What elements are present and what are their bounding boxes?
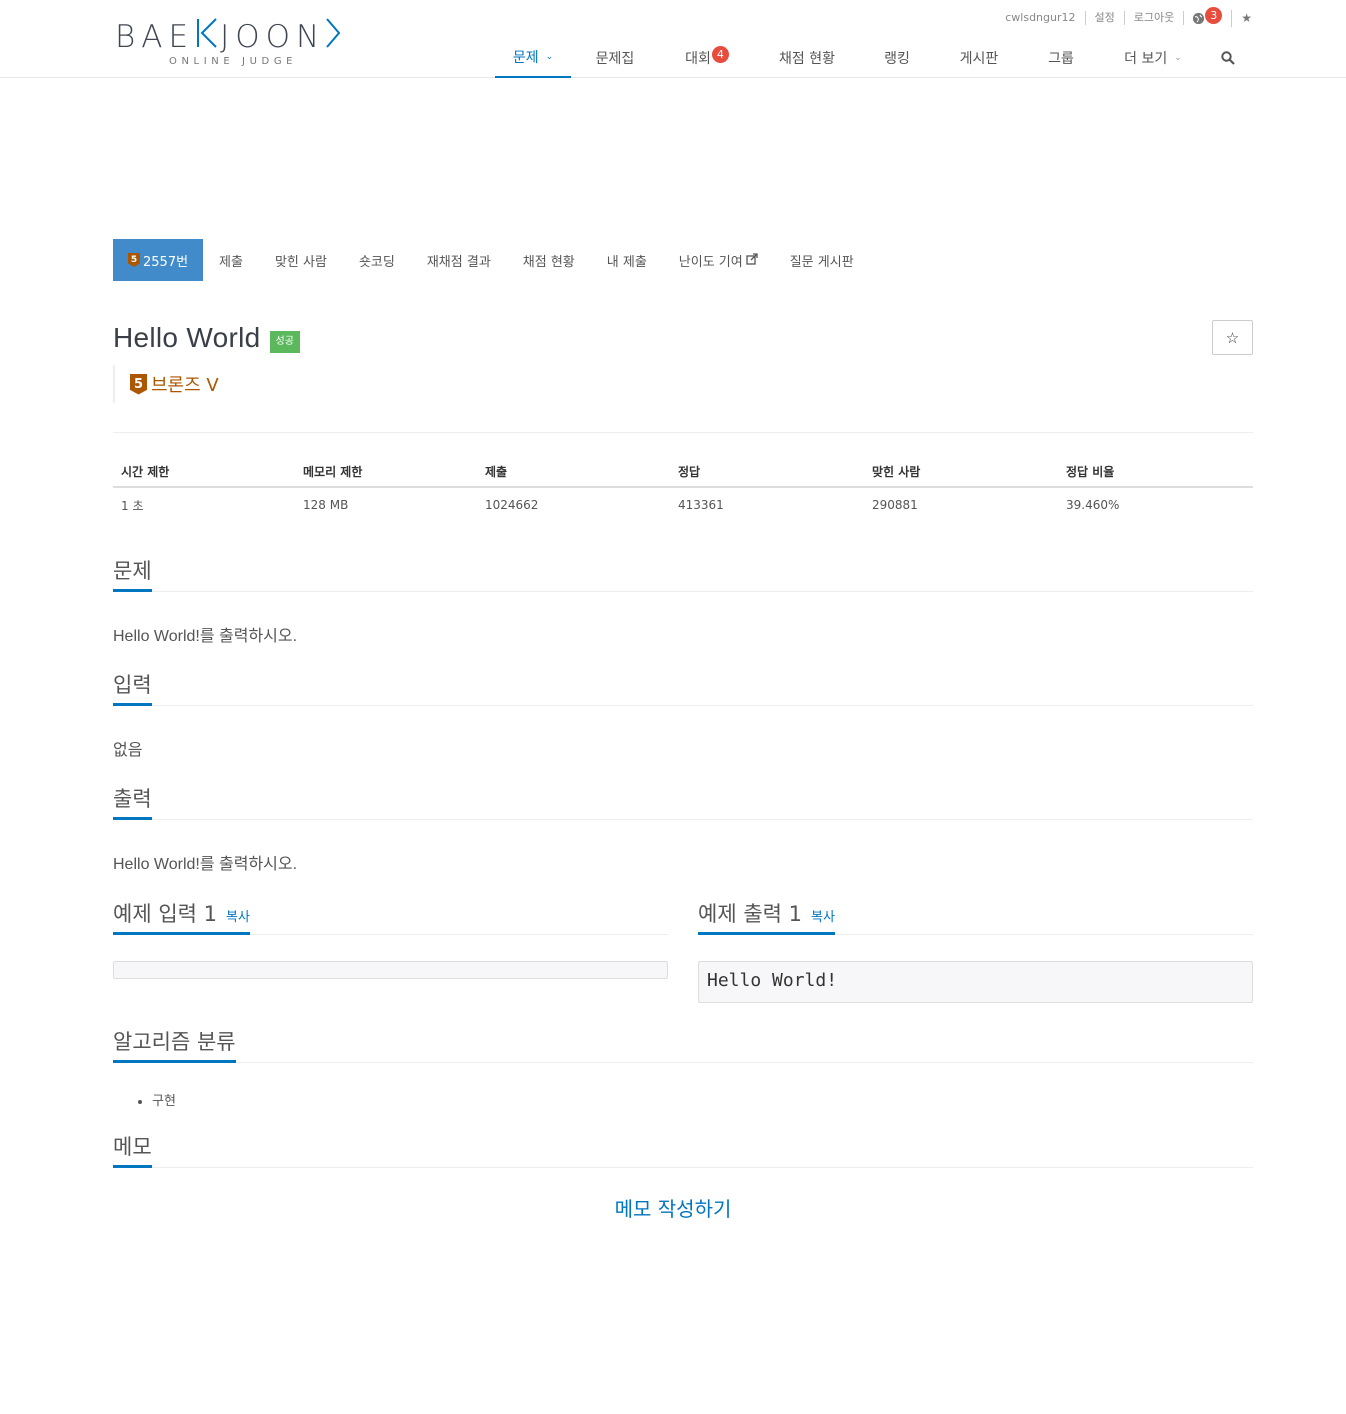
bronze-tier-icon: 5 [130, 373, 147, 395]
section-sample-output-header: 예제 출력 1 복사 [698, 899, 1253, 935]
globe-icon [1193, 12, 1205, 24]
contests-count-badge: 4 [711, 45, 729, 63]
algorithm-tag[interactable]: 구현 [152, 1090, 176, 1109]
section-title: 알고리즘 분류 [113, 1027, 236, 1063]
table-header: 제출 [477, 456, 670, 488]
table-header-row: 시간 제한 메모리 제한 제출 정답 맞힌 사람 정답 비율 [113, 456, 1253, 488]
problem-info-table: 시간 제한 메모리 제한 제출 정답 맞힌 사람 정답 비율 1 초 128 M… [113, 456, 1253, 522]
username-link[interactable]: cwlsdngur12 [996, 11, 1086, 25]
notifications-link[interactable]: 3 [1184, 6, 1233, 27]
user-bar: cwlsdngur12 설정 로그아웃 3 ★ [996, 6, 1252, 28]
write-memo-link-text[interactable]: 메모 작성하기 [615, 1197, 732, 1221]
sample-output-title: 예제 출력 1 [698, 902, 802, 926]
tab-qna-board[interactable]: 질문 게시판 [774, 239, 870, 281]
nav-ranking[interactable]: 랭킹 [859, 38, 935, 78]
section-title: 출력 [113, 784, 152, 820]
tab-my-submissions[interactable]: 내 제출 [591, 239, 663, 281]
chevron-down-icon: ⌄ [545, 52, 554, 62]
nav-groups[interactable]: 그룹 [1023, 38, 1099, 78]
input-text: 없음 [113, 742, 143, 759]
nav-status[interactable]: 채점 현황 [755, 38, 859, 78]
logo-wordmark: BAE JOON [115, 18, 365, 55]
nav-more[interactable]: 더 보기 ⌄ [1099, 38, 1207, 78]
section-title: 예제 입력 1 복사 [113, 899, 250, 935]
tab-submit[interactable]: 제출 [203, 239, 259, 281]
table-header: 정답 [670, 456, 864, 488]
favorites-star-icon[interactable]: ★ [1232, 11, 1252, 25]
algorithm-list: 구현 [136, 1090, 176, 1109]
nav-search[interactable] [1207, 38, 1249, 78]
nav-problems[interactable]: 문제 ⌄ [495, 38, 571, 78]
tab-difficulty-contrib[interactable]: 난이도 기여 [663, 239, 774, 281]
notification-count-badge: 3 [1205, 6, 1223, 24]
external-link-icon [746, 252, 758, 268]
main-nav: 문제 ⌄ 문제집 대회 4 채점 현황 랭킹 게시판 그룹 더 보기 ⌄ [495, 38, 1249, 78]
tab-problem-number[interactable]: 5 2557번 [113, 239, 204, 281]
search-icon [1221, 51, 1235, 65]
section-title: 메모 [113, 1132, 152, 1168]
nav-contests-label: 대회 [685, 51, 711, 67]
bronze-tier-icon: 5 [128, 253, 140, 267]
section-algorithm-header: 알고리즘 분류 [113, 1027, 1253, 1063]
nav-problems-label: 문제 [512, 50, 539, 66]
copy-sample-output-button[interactable]: 복사 [811, 903, 835, 933]
copy-sample-input-button[interactable]: 복사 [226, 903, 250, 933]
section-description-header: 문제 [113, 556, 1253, 592]
logout-link[interactable]: 로그아웃 [1125, 11, 1185, 25]
table-cell: 290881 [872, 498, 918, 512]
status-badge: 성공 [269, 331, 300, 353]
table-header: 맞힌 사람 [864, 456, 1058, 488]
section-output-header: 출력 [113, 784, 1253, 820]
section-memo-header: 메모 [113, 1132, 1253, 1168]
tab-problem-number-label: 2557번 [143, 254, 189, 270]
write-memo-link: 메모 작성하기 [0, 1193, 1346, 1222]
section-title: 문제 [113, 556, 152, 592]
table-header: 시간 제한 [113, 456, 295, 488]
problem-tabs: 5 2557번 제출 맞힌 사람 숏코딩 재채점 결과 채점 현황 내 제출 난… [113, 239, 870, 281]
problem-title: Hello World [113, 322, 261, 353]
description-text: Hello World!를 출력하시오. [113, 628, 298, 645]
tab-difficulty-contrib-label: 난이도 기여 [678, 254, 743, 270]
output-text: Hello World!를 출력하시오. [113, 856, 298, 873]
table-cell: 128 MB [303, 498, 349, 512]
favorite-star-button[interactable]: ☆ [1212, 320, 1253, 355]
section-title: 예제 출력 1 복사 [698, 899, 835, 935]
settings-link[interactable]: 설정 [1086, 11, 1125, 25]
table-cell: 1 초 [121, 498, 144, 513]
table-cell: 39.460% [1066, 498, 1120, 512]
problem-tier: 5 브론즈 V [113, 365, 219, 403]
table-header: 메모리 제한 [295, 456, 477, 488]
problem-title-row: Hello World 성공 [113, 322, 300, 354]
table-cell: 413361 [678, 498, 724, 512]
logo-text-post: JOON [220, 18, 326, 55]
logo-text-pre: BAE [115, 18, 195, 55]
tab-status[interactable]: 채점 현황 [507, 239, 591, 281]
table-cell: 1024662 [485, 498, 539, 512]
tab-solved-users[interactable]: 맞힌 사람 [259, 239, 343, 281]
tier-name[interactable]: 브론즈 V [151, 371, 219, 397]
site-logo[interactable]: BAE JOON ONLINE JUDGE [115, 18, 365, 67]
logo-k-mark [194, 18, 220, 55]
site-header: BAE JOON ONLINE JUDGE cwlsdngur12 설정 로그아… [0, 0, 1346, 78]
table-header: 정답 비율 [1058, 456, 1253, 488]
tab-short-coding[interactable]: 숏코딩 [343, 239, 411, 281]
nav-board[interactable]: 게시판 [935, 38, 1023, 78]
sample-input-title: 예제 입력 1 [113, 902, 217, 926]
sample-input-box[interactable] [113, 961, 668, 979]
table-row: 1 초 128 MB 1024662 413361 290881 39.460% [113, 487, 1253, 522]
nav-more-label: 더 보기 [1124, 51, 1168, 67]
section-input-header: 입력 [113, 670, 1253, 706]
divider [113, 432, 1253, 433]
logo-tagline: ONLINE JUDGE [169, 56, 298, 67]
chevron-down-icon: ⌄ [1174, 53, 1182, 63]
section-sample-input-header: 예제 입력 1 복사 [113, 899, 668, 935]
nav-workbooks[interactable]: 문제집 [571, 38, 659, 78]
nav-contests[interactable]: 대회 4 [659, 38, 755, 78]
section-title: 입력 [113, 670, 152, 706]
logo-chevron [325, 18, 341, 55]
sample-output-box[interactable]: Hello World! [698, 961, 1253, 1003]
tab-rejudge[interactable]: 재채점 결과 [411, 239, 507, 281]
